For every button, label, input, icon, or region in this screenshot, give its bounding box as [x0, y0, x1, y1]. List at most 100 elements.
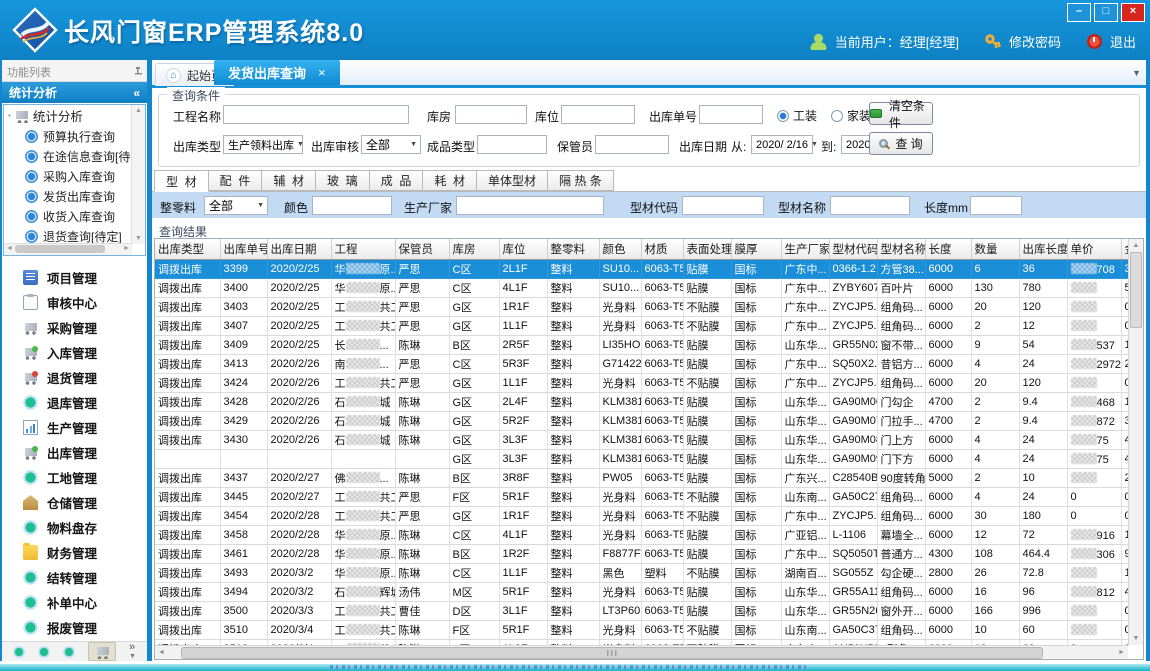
table-row[interactable]: 调拨出库34132020/2/26南...严思C区5R3F整料G71422606…	[155, 355, 1128, 374]
sidebar-item-退货管理[interactable]: 退货管理	[2, 365, 147, 390]
sidebar-item-入库管理[interactable]: 入库管理	[2, 340, 147, 365]
maximize-button[interactable]: □	[1094, 3, 1118, 22]
column-header[interactable]: 金额	[1121, 239, 1128, 260]
module-dot-icon[interactable]	[13, 646, 25, 658]
table-row[interactable]: 调拨出库34302020/2/26石城陈琳G区3L3F整料KLM38176063…	[155, 431, 1128, 450]
sidebar-item-出库管理[interactable]: 出库管理	[2, 440, 147, 465]
material-tab-5[interactable]: 成 品	[370, 170, 424, 191]
table-row[interactable]: 调拨出库34242020/2/26工共工程严思G区1L1F整料光身料6063-T…	[155, 374, 1128, 393]
sidebar-item-补单中心[interactable]: 补单中心	[2, 590, 147, 615]
close-button[interactable]: ×	[1121, 3, 1145, 22]
column-header[interactable]: 单价	[1067, 239, 1121, 260]
column-header[interactable]: 工程	[331, 239, 395, 260]
tree-vertical-scrollbar[interactable]: ▲ ▼	[131, 105, 145, 244]
table-row[interactable]: 调拨出库34542020/2/28工共工程严思G区1R1F整料光身料6063-T…	[155, 507, 1128, 526]
column-header[interactable]: 长度	[925, 239, 971, 260]
material-tab-7[interactable]: 单体型材	[477, 170, 548, 191]
cart-toolbar-button[interactable]	[88, 642, 116, 661]
horizontal-scrollbar[interactable]: ◄ ►	[155, 645, 1128, 659]
tab-list-chevron-icon[interactable]: ▼	[1132, 68, 1141, 78]
table-row[interactable]: 调拨出库34002020/2/25华原...严思C区4L1F整料SU10...6…	[155, 279, 1128, 298]
material-tab-4[interactable]: 玻 璃	[316, 170, 370, 191]
column-header[interactable]: 出库类型	[155, 239, 220, 260]
table-row[interactable]: 调拨出库34612020/2/28华原...陈琳B区1R2F整料F8877FT6…	[155, 545, 1128, 564]
column-header[interactable]: 型材名称	[877, 239, 925, 260]
sidebar-item-财务管理[interactable]: 财务管理	[2, 540, 147, 565]
column-header[interactable]: 表面处理	[683, 239, 731, 260]
project-name-input[interactable]	[223, 105, 409, 124]
scroll-right-icon[interactable]: ►	[121, 244, 132, 255]
keeper-input[interactable]	[595, 135, 669, 154]
warehouse-input[interactable]	[455, 105, 527, 124]
table-row[interactable]: 调拨出库35102020/3/4工共工程陈琳F区5R1F整料光身料6063-T5…	[155, 621, 1128, 640]
minimize-button[interactable]: –	[1067, 3, 1091, 22]
profile-name-input[interactable]	[830, 196, 910, 215]
clear-conditions-button[interactable]: 清空条件	[869, 102, 933, 125]
column-header[interactable]: 出库长度	[1019, 239, 1067, 260]
column-header[interactable]: 整零料	[547, 239, 599, 260]
sidebar-item-审核中心[interactable]: 审核中心	[2, 290, 147, 315]
material-tab-2[interactable]: 配 件	[209, 170, 263, 191]
table-row[interactable]: 调拨出库33992020/2/25华原...严思C区2L1F整料SU10...6…	[155, 260, 1128, 279]
scrollbar-thumb[interactable]	[181, 647, 1043, 659]
table-row[interactable]: 调拨出库34452020/2/27工共工程严思F区5R1F整料光身料6063-T…	[155, 488, 1128, 507]
sidebar-item-物料盘存[interactable]: 物料盘存	[2, 515, 147, 540]
tree-horizontal-scrollbar[interactable]: ◄ ►	[4, 243, 132, 255]
table-row[interactable]: 调拨出库34072020/2/25工共工程严思G区1L1F整料光身料6063-T…	[155, 317, 1128, 336]
sidebar-item-采购管理[interactable]: 采购管理	[2, 315, 147, 340]
audit-combo[interactable]: 全部 ▼	[361, 135, 421, 154]
table-row[interactable]: 调拨出库34032020/2/25工共工程严思G区1R1F整料光身料6063-T…	[155, 298, 1128, 317]
location-input[interactable]	[561, 105, 635, 124]
tree-expander-icon[interactable]: ▪	[8, 111, 11, 120]
column-header[interactable]: 库位	[499, 239, 547, 260]
sidebar-section-header[interactable]: 统计分析 «	[2, 82, 147, 103]
scroll-up-icon[interactable]: ▲	[1129, 239, 1143, 252]
scroll-left-icon[interactable]: ◄	[4, 244, 15, 255]
table-row[interactable]: G区3L3F整料KLM38176063-T5贴膜国标山东华...GA90M09.…	[155, 450, 1128, 469]
table-row[interactable]: 调拨出库34942020/3/2石辉城汤伟M区5R1F整料光身料6063-T5贴…	[155, 583, 1128, 602]
sidebar-item-生产管理[interactable]: 生产管理	[2, 415, 147, 440]
tab-close-icon[interactable]: ×	[318, 66, 326, 79]
material-tab-6[interactable]: 耗 材	[423, 170, 477, 191]
column-header[interactable]: 膜厚	[731, 239, 781, 260]
tree-item[interactable]: 收货入库查询	[4, 206, 132, 226]
tree-item[interactable]: 发货出库查询	[4, 186, 132, 206]
material-tab-3[interactable]: 辅 材	[262, 170, 316, 191]
tree-root-node[interactable]: ▪ 统计分析	[4, 105, 132, 126]
table-row[interactable]: 调拨出库35002020/3/3工共工程曹佳D区3L1F整料LT3P606063…	[155, 602, 1128, 621]
column-header[interactable]: 出库日期	[267, 239, 331, 260]
scroll-left-icon[interactable]: ◄	[155, 646, 168, 659]
column-header[interactable]: 材质	[641, 239, 683, 260]
sidebar-item-结转管理[interactable]: 结转管理	[2, 565, 147, 590]
table-row[interactable]: 调拨出库34282020/2/26石城陈琳G区2L4F整料KLM38176063…	[155, 393, 1128, 412]
logout-link[interactable]: 退出	[1110, 32, 1136, 51]
length-input[interactable]	[970, 196, 1022, 215]
sidebar-item-项目管理[interactable]: 项目管理	[2, 265, 147, 290]
factory-input[interactable]	[456, 196, 604, 215]
module-dot-icon[interactable]	[38, 646, 50, 658]
scroll-up-icon[interactable]: ▲	[132, 105, 145, 116]
sidebar-item-报废管理[interactable]: 报废管理	[2, 615, 147, 640]
scroll-down-icon[interactable]: ▼	[132, 233, 145, 244]
sidebar-item-工地管理[interactable]: 工地管理	[2, 465, 147, 490]
table-row[interactable]: 调拨出库34372020/2/27佛...陈琳B区3R8F整料PW056063-…	[155, 469, 1128, 488]
profile-code-input[interactable]	[682, 196, 764, 215]
vertical-scrollbar[interactable]: ▲ ▼	[1128, 239, 1143, 645]
tree-item[interactable]: 预算执行查询	[4, 126, 132, 146]
date-from-picker[interactable]: 2020/ 2/16 ▼	[751, 135, 813, 154]
material-tab-1[interactable]: 型 材	[154, 170, 209, 192]
sidebar-item-退库管理[interactable]: 退库管理	[2, 390, 147, 415]
whole-piece-combo[interactable]: 全部 ▼	[204, 196, 268, 215]
order-no-input[interactable]	[699, 105, 763, 124]
material-tab-8[interactable]: 隔 热 条	[548, 170, 614, 191]
color-input[interactable]	[312, 196, 392, 215]
out-type-combo[interactable]: 生产领料出库 ▼	[223, 135, 303, 154]
table-row[interactable]: 调拨出库34092020/2/25长...陈琳B区2R5F整料LI35HO606…	[155, 336, 1128, 355]
table-row[interactable]: 调拨出库34292020/2/26石城陈琳G区5R2F整料KLM38176063…	[155, 412, 1128, 431]
overflow-chevron[interactable]: »▼	[129, 642, 136, 662]
tree-item[interactable]: 退货查询[待定]	[4, 226, 132, 244]
module-dot-icon[interactable]	[63, 646, 75, 658]
radio-gongzhuang[interactable]: 工装	[777, 107, 817, 124]
collapse-icon[interactable]: «	[133, 86, 140, 100]
tab-shipping-outbound-query[interactable]: 发货出库查询 ×	[214, 60, 340, 85]
